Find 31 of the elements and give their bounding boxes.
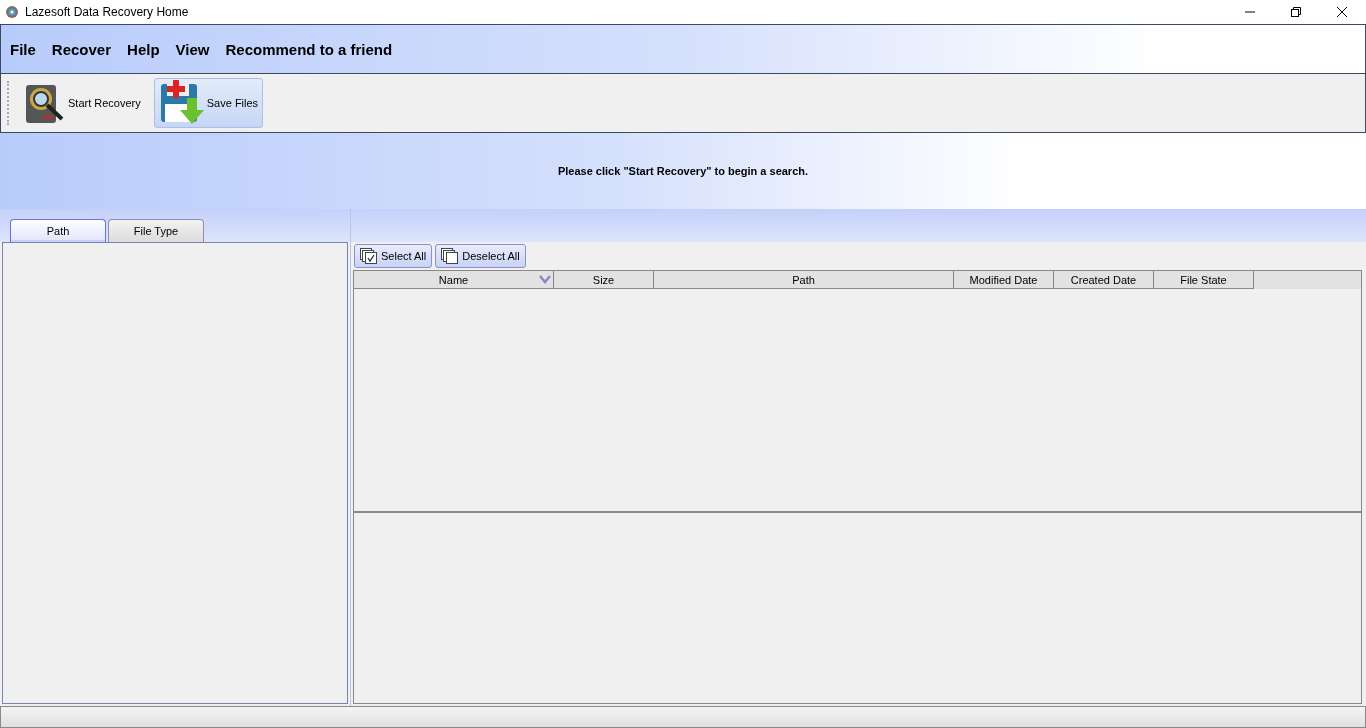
column-header[interactable]: Size xyxy=(554,271,654,289)
menu-item[interactable]: File xyxy=(10,40,36,58)
column-header[interactable]: Modified Date xyxy=(954,271,1054,289)
banner-message: Please click "Start Recovery" to begin a search. xyxy=(557,165,809,177)
pages-icon xyxy=(441,248,460,264)
column-label: File State xyxy=(1180,273,1227,286)
app-logo-icon xyxy=(5,5,19,19)
toolbar-button[interactable]: Save Files xyxy=(153,78,264,128)
tab[interactable]: Path xyxy=(10,219,106,242)
column-label: Path xyxy=(792,273,815,286)
close-icon[interactable] xyxy=(1336,6,1348,18)
column-label: Created Date xyxy=(1070,273,1137,286)
tab[interactable]: File Type xyxy=(108,219,204,242)
column-header[interactable]: Created Date xyxy=(1054,271,1154,289)
column-header[interactable]: Path xyxy=(654,271,954,289)
toolbar-button[interactable]: Start Recovery xyxy=(19,78,146,128)
column-header[interactable]: Name xyxy=(354,271,554,289)
action-button[interactable]: Deselect All xyxy=(435,244,526,268)
restore-icon[interactable] xyxy=(1290,6,1302,18)
menu-item[interactable]: Help xyxy=(127,40,160,58)
floppy-disk-download-icon xyxy=(158,80,205,126)
column-label: Modified Date xyxy=(969,273,1038,286)
action-button[interactable]: Select All xyxy=(354,244,433,268)
menu-item[interactable]: Recover xyxy=(51,40,112,58)
checked-pages-icon xyxy=(360,248,378,264)
column-label: Name xyxy=(438,273,469,286)
column-label: Size xyxy=(592,273,615,286)
menu-item[interactable]: View xyxy=(175,40,210,58)
window-title: Lazesoft Data Recovery Home xyxy=(25,5,189,19)
column-header[interactable]: File State xyxy=(1154,271,1254,289)
menu-item[interactable]: Recommend to a friend xyxy=(225,40,393,58)
